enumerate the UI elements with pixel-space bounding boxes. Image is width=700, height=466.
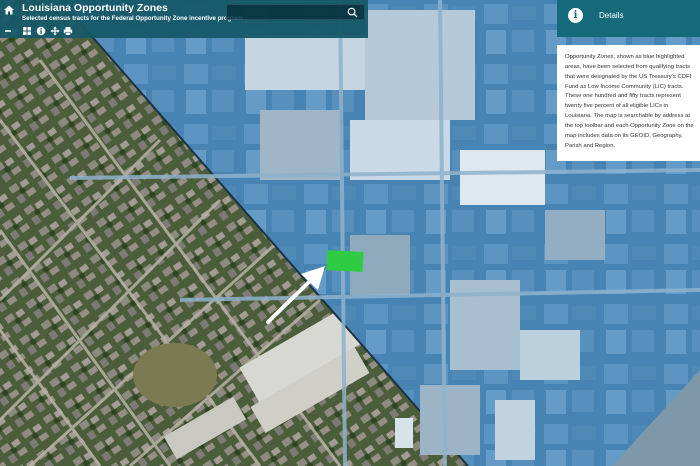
info-icon: i [568, 8, 583, 23]
search-icon[interactable] [347, 7, 358, 18]
toolbar [0, 24, 100, 38]
details-text: Opportunity Zones, shown as blue highlig… [565, 54, 694, 149]
print-icon[interactable] [63, 26, 73, 36]
app-subtitle: Selected census tracts for the Federal O… [22, 15, 243, 22]
search-box[interactable] [226, 4, 365, 20]
app-header: Louisiana Opportunity Zones Selected cen… [0, 0, 368, 38]
details-panel-header[interactable]: i Details [557, 0, 700, 37]
app-title: Louisiana Opportunity Zones [22, 2, 168, 14]
grid-icon[interactable] [22, 26, 32, 36]
search-input[interactable] [231, 6, 341, 18]
details-panel-body: Opportunity Zones, shown as blue highlig… [557, 45, 700, 161]
details-title: Details [599, 11, 624, 20]
home-icon[interactable] [2, 3, 16, 17]
minimize-icon[interactable] [3, 26, 13, 36]
info-icon[interactable] [36, 26, 46, 36]
highlighted-parcel[interactable] [326, 250, 364, 272]
park [133, 343, 217, 407]
move-icon[interactable] [50, 26, 60, 36]
